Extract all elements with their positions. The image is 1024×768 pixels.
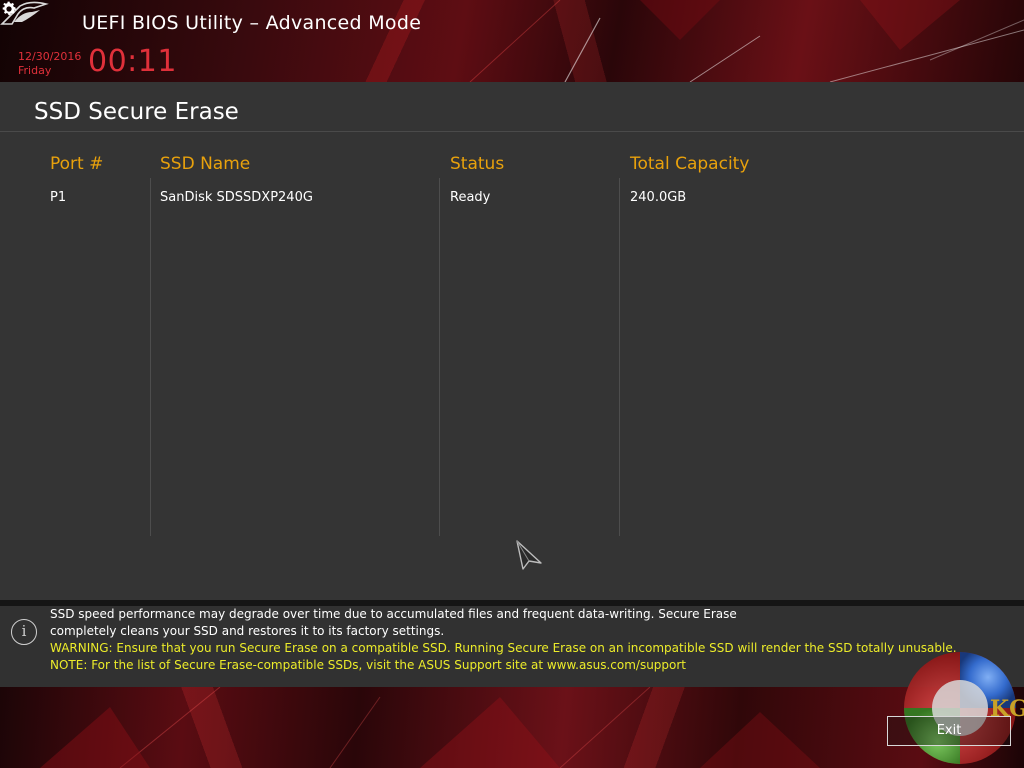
column-divider: [619, 178, 620, 536]
column-divider: [439, 178, 440, 536]
date-display: 12/30/2016 Friday: [18, 50, 81, 78]
app-title: UEFI BIOS Utility – Advanced Mode: [82, 12, 422, 34]
column-divider: [150, 178, 151, 536]
exit-button[interactable]: Exit: [887, 716, 1011, 746]
column-header-port: Port #: [50, 154, 104, 174]
page-title: SSD Secure Erase: [34, 99, 239, 125]
gear-icon[interactable]: [0, 0, 18, 18]
column-header-ssd-name: SSD Name: [160, 154, 251, 174]
info-line: completely cleans your SSD and restores …: [50, 624, 445, 638]
main-panel: SSD Secure Erase Port # SSD Name Status …: [0, 82, 1024, 600]
cell-status: Ready: [450, 190, 491, 205]
note-text: NOTE: For the list of Secure Erase-compa…: [50, 658, 687, 672]
header-band: UEFI BIOS Utility – Advanced Mode 12/30/…: [0, 0, 1024, 82]
info-line: SSD speed performance may degrade over t…: [50, 607, 737, 621]
info-bar: i SSD speed performance may degrade over…: [0, 606, 1024, 687]
kitguru-watermark: KG: [904, 652, 1024, 764]
warning-text: WARNING: Ensure that you run Secure Eras…: [50, 641, 957, 655]
footer-decoration: [40, 687, 820, 768]
info-icon: i: [11, 619, 37, 645]
cell-ssd-name: SanDisk SDSSDXP240G: [160, 190, 313, 205]
footer-band: [0, 687, 1024, 768]
info-text: SSD speed performance may degrade over t…: [50, 606, 957, 674]
date-text: 12/30/2016: [18, 50, 82, 63]
cell-capacity: 240.0GB: [630, 190, 687, 205]
mouse-pointer-icon: [516, 540, 542, 570]
bios-screen: UEFI BIOS Utility – Advanced Mode 12/30/…: [0, 0, 1024, 768]
clock-display: 00:11: [88, 44, 177, 79]
column-header-status: Status: [450, 154, 505, 174]
cell-port: P1: [50, 190, 67, 205]
title-divider: [0, 131, 1024, 132]
day-text: Friday: [18, 64, 52, 77]
ssd-table: Port # SSD Name Status Total Capacity P1…: [0, 150, 1024, 540]
column-header-capacity: Total Capacity: [630, 154, 750, 174]
